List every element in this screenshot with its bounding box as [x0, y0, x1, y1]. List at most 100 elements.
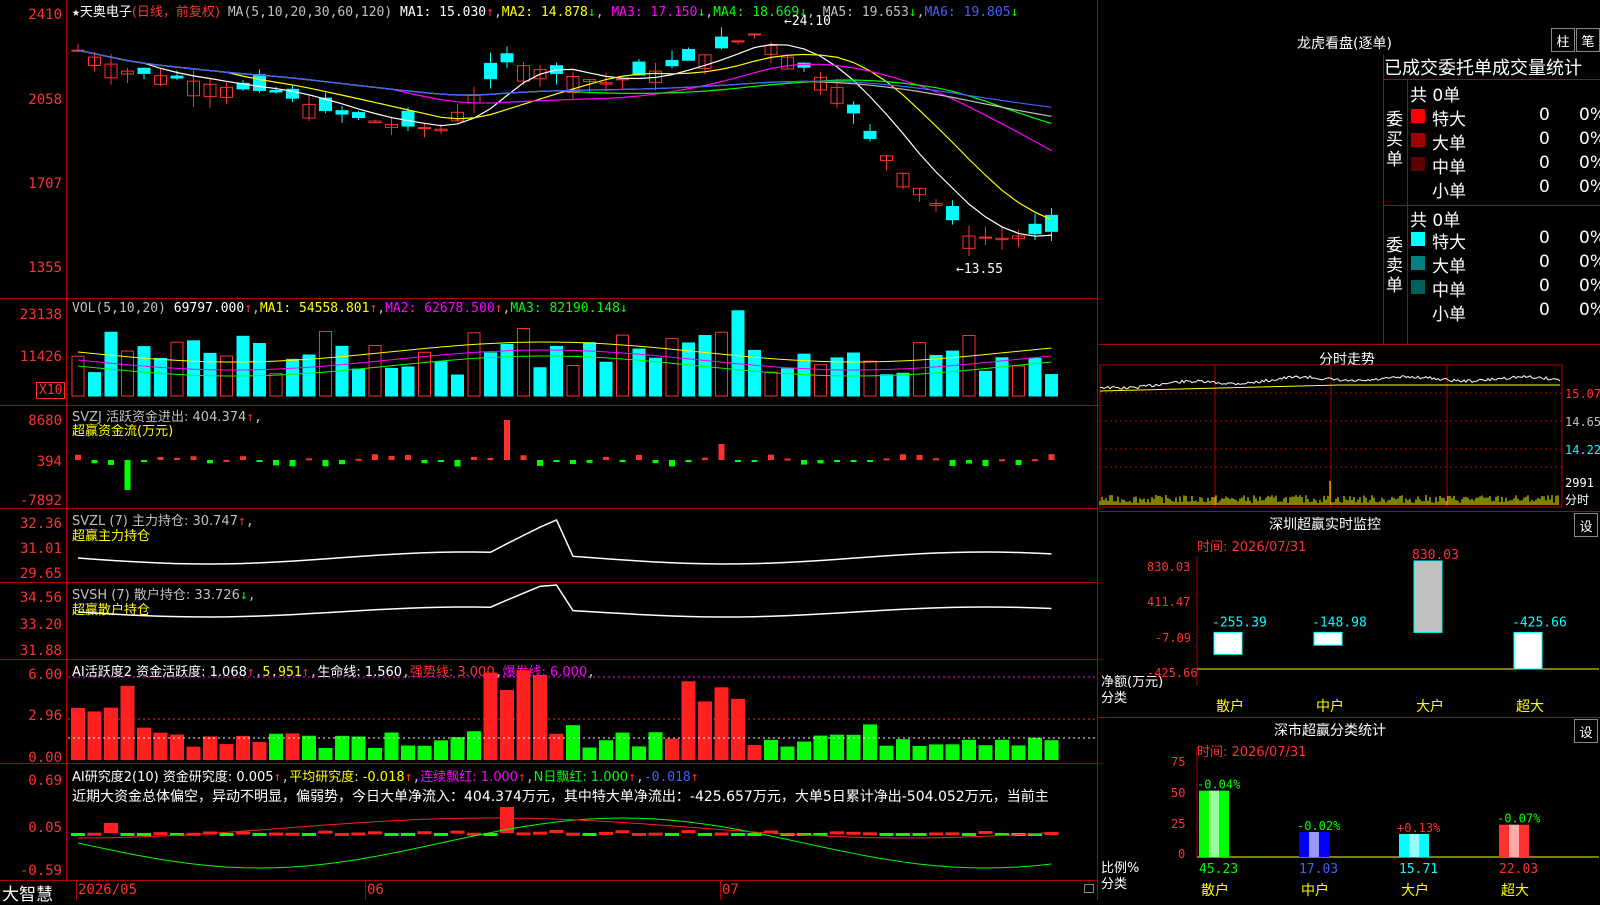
ai-activity-bar: [170, 734, 184, 760]
ai-activity-bar: [384, 732, 399, 760]
ai-activity-bar: [335, 735, 349, 760]
ai-research-bar: [830, 831, 844, 835]
lhb-row-label: 中单: [1432, 281, 1466, 301]
ai-activity-bar: [434, 740, 448, 760]
svzj-bar: [966, 460, 972, 464]
candle-body: [269, 89, 283, 93]
classify-change-label: -0.04%: [1197, 778, 1241, 792]
ai-activity-bar: [879, 745, 894, 760]
volume-bar: [731, 310, 745, 397]
svzj-bar: [834, 460, 840, 462]
ai-research-bar: [401, 833, 415, 836]
ai-activity-bar: [582, 747, 597, 760]
ai-activity-bar: [186, 746, 201, 760]
lhb-row-label: 大单: [1432, 134, 1466, 154]
intraday-panel[interactable]: 分时走势 15.07 14.65 14.22 2991 分时: [1099, 345, 1600, 510]
svzj-bar: [471, 456, 477, 460]
research-green-line: [77, 817, 1052, 869]
ai-activity-bar: [615, 732, 630, 760]
volume-bar: [599, 361, 613, 397]
ai-research-bar: [450, 830, 465, 834]
svzj-bar: [883, 458, 890, 461]
classify-change-label: -0.02%: [1297, 819, 1341, 833]
ai-research-bar: [302, 833, 316, 836]
ai-research-bar: [731, 833, 745, 836]
ai-research-bar: [714, 832, 729, 836]
ai-activity-bar: [302, 735, 316, 760]
candle-body: [484, 62, 497, 80]
candle-body: [682, 49, 695, 61]
volume-bar: [995, 357, 1009, 397]
ai-activity-bar: [368, 747, 382, 760]
svzj-bar: [949, 460, 956, 466]
ai-activity-bar: [929, 744, 943, 760]
classify-change-label: +0.13%: [1397, 821, 1441, 835]
ai-activity-bar: [483, 672, 498, 760]
lhb-row-pct: 0%: [1579, 177, 1600, 197]
lhb-row-label: 大单: [1432, 257, 1466, 277]
monitor-bar: [1413, 560, 1443, 633]
ai-research-bar: [153, 832, 168, 836]
ai-activity-bar: [219, 744, 234, 760]
ai-research-bar: [698, 833, 712, 836]
svzj-bar: [801, 460, 807, 465]
svzj-bar: [207, 460, 213, 464]
svzj-bar: [669, 460, 675, 467]
ai-research-bar: [566, 832, 580, 836]
buy-group-label: 委买单: [1386, 110, 1403, 170]
ai-activity-bar: [698, 701, 712, 760]
svzj-bar: [570, 460, 576, 465]
svzj-bar: [520, 455, 527, 460]
monitor-category-label: 中户: [1316, 698, 1344, 715]
ai-activity-bar: [401, 745, 415, 760]
bar-mode-button[interactable]: 柱: [1551, 28, 1575, 52]
svzj-bar: [751, 460, 758, 462]
volume-bar: [665, 338, 679, 397]
svzj-bar: [108, 460, 114, 465]
ai-research-bar: [863, 832, 877, 836]
ai-activity-bar: [648, 732, 663, 760]
svzj-bar: [916, 454, 923, 460]
volume-bar: [830, 357, 844, 397]
svzj-bar: [124, 460, 131, 490]
ai-research-bar: [269, 832, 283, 836]
ai-research-bar: [417, 831, 432, 835]
volume-bar: [71, 355, 85, 397]
svzj-bar: [454, 460, 461, 467]
classify-category-label: 中户: [1301, 882, 1329, 899]
volume-bar: [203, 352, 217, 397]
ai-activity-bar: [153, 732, 168, 760]
svzj-bar: [1015, 460, 1022, 466]
monitor-chart: -255.39 散户 -148.98 中户 830.03 大户 -425.66 超大: [1196, 548, 1599, 715]
ai-activity-bar: [71, 707, 85, 760]
classify-pct-label: 15.71: [1399, 862, 1438, 877]
lhb-row-label: 小单: [1432, 182, 1466, 202]
legend-swatch: [1411, 157, 1425, 171]
lhb-row-label: 特大: [1432, 233, 1466, 253]
chart-area[interactable]: ★天奥电子(日线，前复权) MA(5,10,20,30,60,120) MA1:…: [0, 0, 1098, 905]
monitor-bar-value: -148.98: [1312, 615, 1367, 630]
ai-activity-bar: [1011, 745, 1026, 760]
candle-body: [715, 36, 728, 49]
intraday-price-line: [1099, 374, 1561, 390]
kline-chart[interactable]: [0, 0, 1098, 900]
classify-category-label: 超大: [1501, 883, 1529, 899]
legend-swatch: [1411, 232, 1425, 246]
candle-body: [863, 130, 877, 139]
candle-body: [731, 40, 745, 43]
candle-body: [946, 206, 959, 221]
intraday-avg-line: [1099, 384, 1560, 392]
lhb-row-count: 0: [1539, 228, 1550, 248]
svzj-bar: [652, 460, 659, 463]
ai-activity-bar: [533, 674, 547, 760]
legend-swatch: [1411, 304, 1425, 318]
svzj-bar: [735, 460, 741, 462]
ai-activity-bar: [104, 707, 118, 760]
svzj-bar: [421, 460, 428, 464]
ai-research-bar: [434, 833, 448, 836]
svzj-bar: [339, 460, 345, 465]
tick-mode-button[interactable]: 笔: [1576, 28, 1600, 52]
svzj-bar: [718, 444, 725, 460]
lhb-row-pct: 0%: [1579, 228, 1600, 248]
volume-bar: [286, 358, 299, 397]
